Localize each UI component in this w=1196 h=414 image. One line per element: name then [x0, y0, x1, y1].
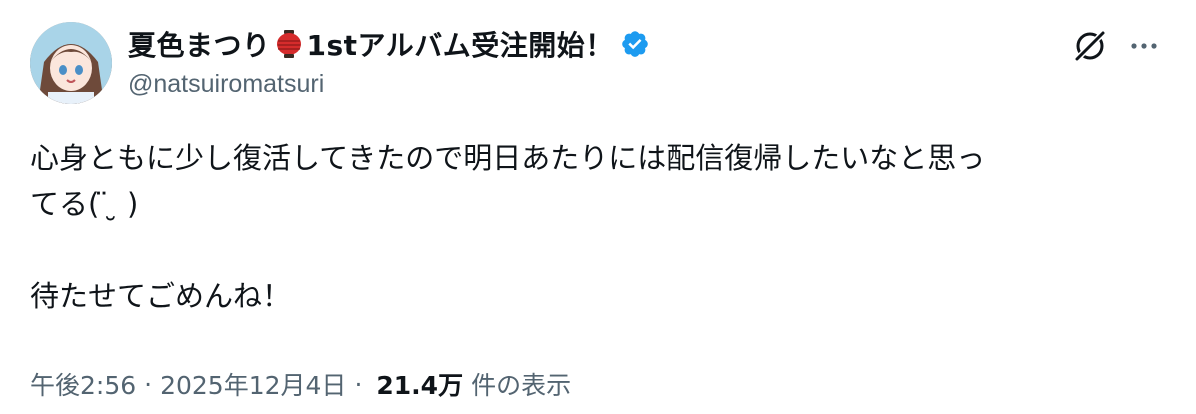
- author-header: 夏色まつり 1stアルバム受注開始！ @natsuiromatsuri: [128, 26, 650, 99]
- display-name-prefix[interactable]: 夏色まつり: [128, 24, 271, 64]
- display-name-suffix[interactable]: 1stアルバム受注開始！: [307, 24, 614, 64]
- tweet-card: 夏色まつり 1stアルバム受注開始！ @natsuiromatsuri 心身とも…: [0, 0, 1196, 414]
- meta-separator-2: ·: [354, 369, 363, 399]
- tweet-text: 心身ともに少し復活してきたので明日あたりには配信復帰したいなと思っ てる( ̈ …: [30, 141, 986, 313]
- author-avatar[interactable]: [30, 22, 112, 104]
- more-options-button[interactable]: [1124, 28, 1164, 64]
- red-paper-lantern-icon: [276, 30, 301, 58]
- tweet-meta: 午後2:56 · 2025年12月4日 · 21.4万 件の表示: [30, 366, 571, 402]
- display-name-row[interactable]: 夏色まつり 1stアルバム受注開始！: [128, 26, 650, 62]
- author-handle[interactable]: @natsuiromatsuri: [128, 70, 650, 99]
- verified-badge-icon[interactable]: [620, 29, 650, 59]
- views-count[interactable]: 21.4万: [376, 366, 463, 402]
- grok-button[interactable]: [1072, 28, 1108, 64]
- tweet-date[interactable]: 2025年12月4日: [160, 366, 346, 402]
- more-options-icon: [1131, 43, 1157, 49]
- views-label[interactable]: 件の表示: [471, 366, 571, 402]
- grok-icon: [1073, 29, 1107, 63]
- meta-separator: ·: [144, 369, 153, 399]
- avatar-image: [30, 22, 112, 104]
- tweet-time[interactable]: 午後2:56: [30, 366, 136, 402]
